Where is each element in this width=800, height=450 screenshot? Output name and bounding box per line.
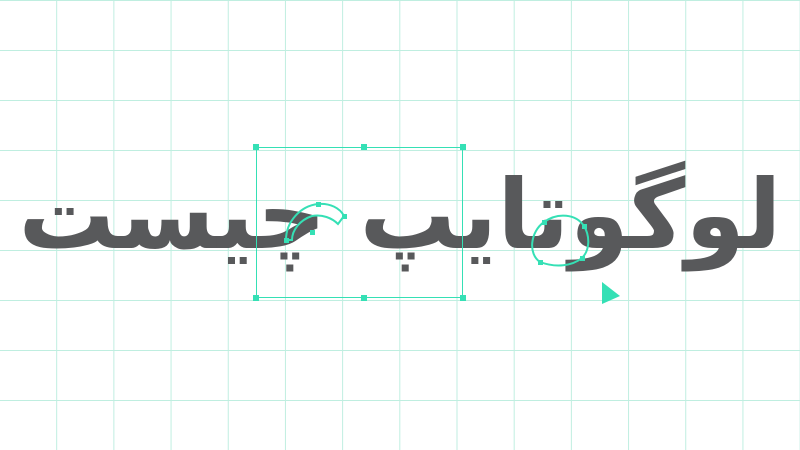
resize-handle-top-center[interactable] [361,144,367,150]
resize-handle-top-left[interactable] [253,144,259,150]
path-anchor-point[interactable] [283,237,289,243]
design-canvas[interactable]: لوگوتایپ چیست [0,0,800,450]
path-anchor-point[interactable] [579,255,585,261]
path-anchor-point[interactable] [309,229,315,235]
resize-handle-top-right[interactable] [460,144,466,150]
path-anchor-point[interactable] [541,219,547,225]
direct-selection-arrow-icon [602,282,620,304]
resize-handle-bottom-right[interactable] [460,295,466,301]
logotype-text[interactable]: لوگوتایپ چیست [18,140,781,290]
path-anchor-point[interactable] [341,213,347,219]
path-anchor-point[interactable] [315,201,321,207]
path-anchor-point[interactable] [581,223,587,229]
path-anchor-point[interactable] [537,259,543,265]
resize-handle-bottom-center[interactable] [361,295,367,301]
resize-handle-bottom-left[interactable] [253,295,259,301]
